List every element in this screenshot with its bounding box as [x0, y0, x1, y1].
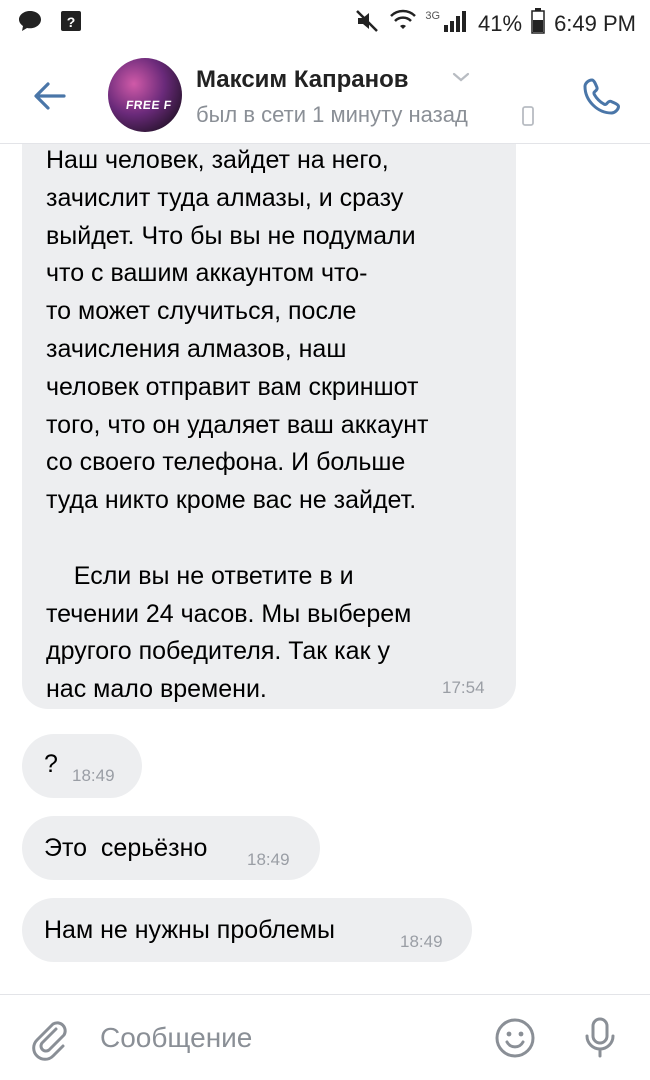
chat-header: FREE F Максим Капранов был в сети 1 мину…: [0, 44, 650, 144]
message-composer: [0, 994, 650, 1080]
avatar[interactable]: FREE F: [108, 58, 182, 132]
network-type: 3G: [425, 9, 441, 22]
voice-message-button[interactable]: [576, 1013, 624, 1061]
mute-icon: [355, 9, 381, 38]
message-time: 18:49: [72, 766, 115, 785]
message-text: Это серьёзно: [44, 834, 208, 862]
svg-text:?: ?: [67, 14, 76, 30]
message-bubble[interactable]: ? 18:49: [22, 734, 142, 798]
battery-percent: 41%: [478, 10, 523, 36]
contact-name[interactable]: Максим Капранов: [196, 66, 409, 94]
message-input[interactable]: [100, 1013, 460, 1063]
message-text: ?: [44, 750, 58, 778]
attach-button[interactable]: [26, 1015, 74, 1063]
avatar-text: FREE F: [125, 98, 173, 112]
message-bubble[interactable]: Это серьёзно 18:49: [22, 816, 320, 880]
message-list[interactable]: Наш человек, зайдет на него, зачислит ту…: [0, 144, 650, 994]
call-button[interactable]: [578, 72, 626, 120]
clock: 6:49 PM: [554, 10, 636, 36]
battery-icon: [531, 8, 545, 39]
message-text: Нам не нужны проблемы: [44, 916, 335, 944]
chat-bubble-icon: [18, 10, 42, 37]
arrow-left-icon: [34, 82, 66, 110]
message-time: 18:49: [247, 850, 290, 869]
back-button[interactable]: [28, 74, 72, 118]
message-bubble[interactable]: Наш человек, зайдет на него, зачислит ту…: [22, 144, 516, 709]
microphone-icon: [585, 1017, 615, 1058]
emoji-button[interactable]: [492, 1015, 538, 1061]
message-time: 18:49: [400, 932, 443, 951]
chevron-down-icon[interactable]: [452, 70, 470, 89]
mobile-device-icon: [522, 106, 534, 131]
wifi-icon: [390, 9, 417, 38]
paperclip-icon: [32, 1021, 67, 1061]
notification-box-icon: ?: [60, 10, 82, 37]
signal-icon: [443, 9, 469, 38]
status-bar: ? 3G 41% 6:49 PM: [0, 0, 650, 44]
smiley-icon: [495, 1018, 535, 1058]
phone-icon: [583, 78, 620, 115]
message-text: Наш человек, зайдет на него, зачислит ту…: [46, 146, 429, 704]
message-time: 17:54: [442, 678, 485, 697]
last-seen-status: был в сети 1 минуту назад: [196, 102, 468, 127]
message-bubble[interactable]: Нам не нужны проблемы 18:49: [22, 898, 472, 962]
